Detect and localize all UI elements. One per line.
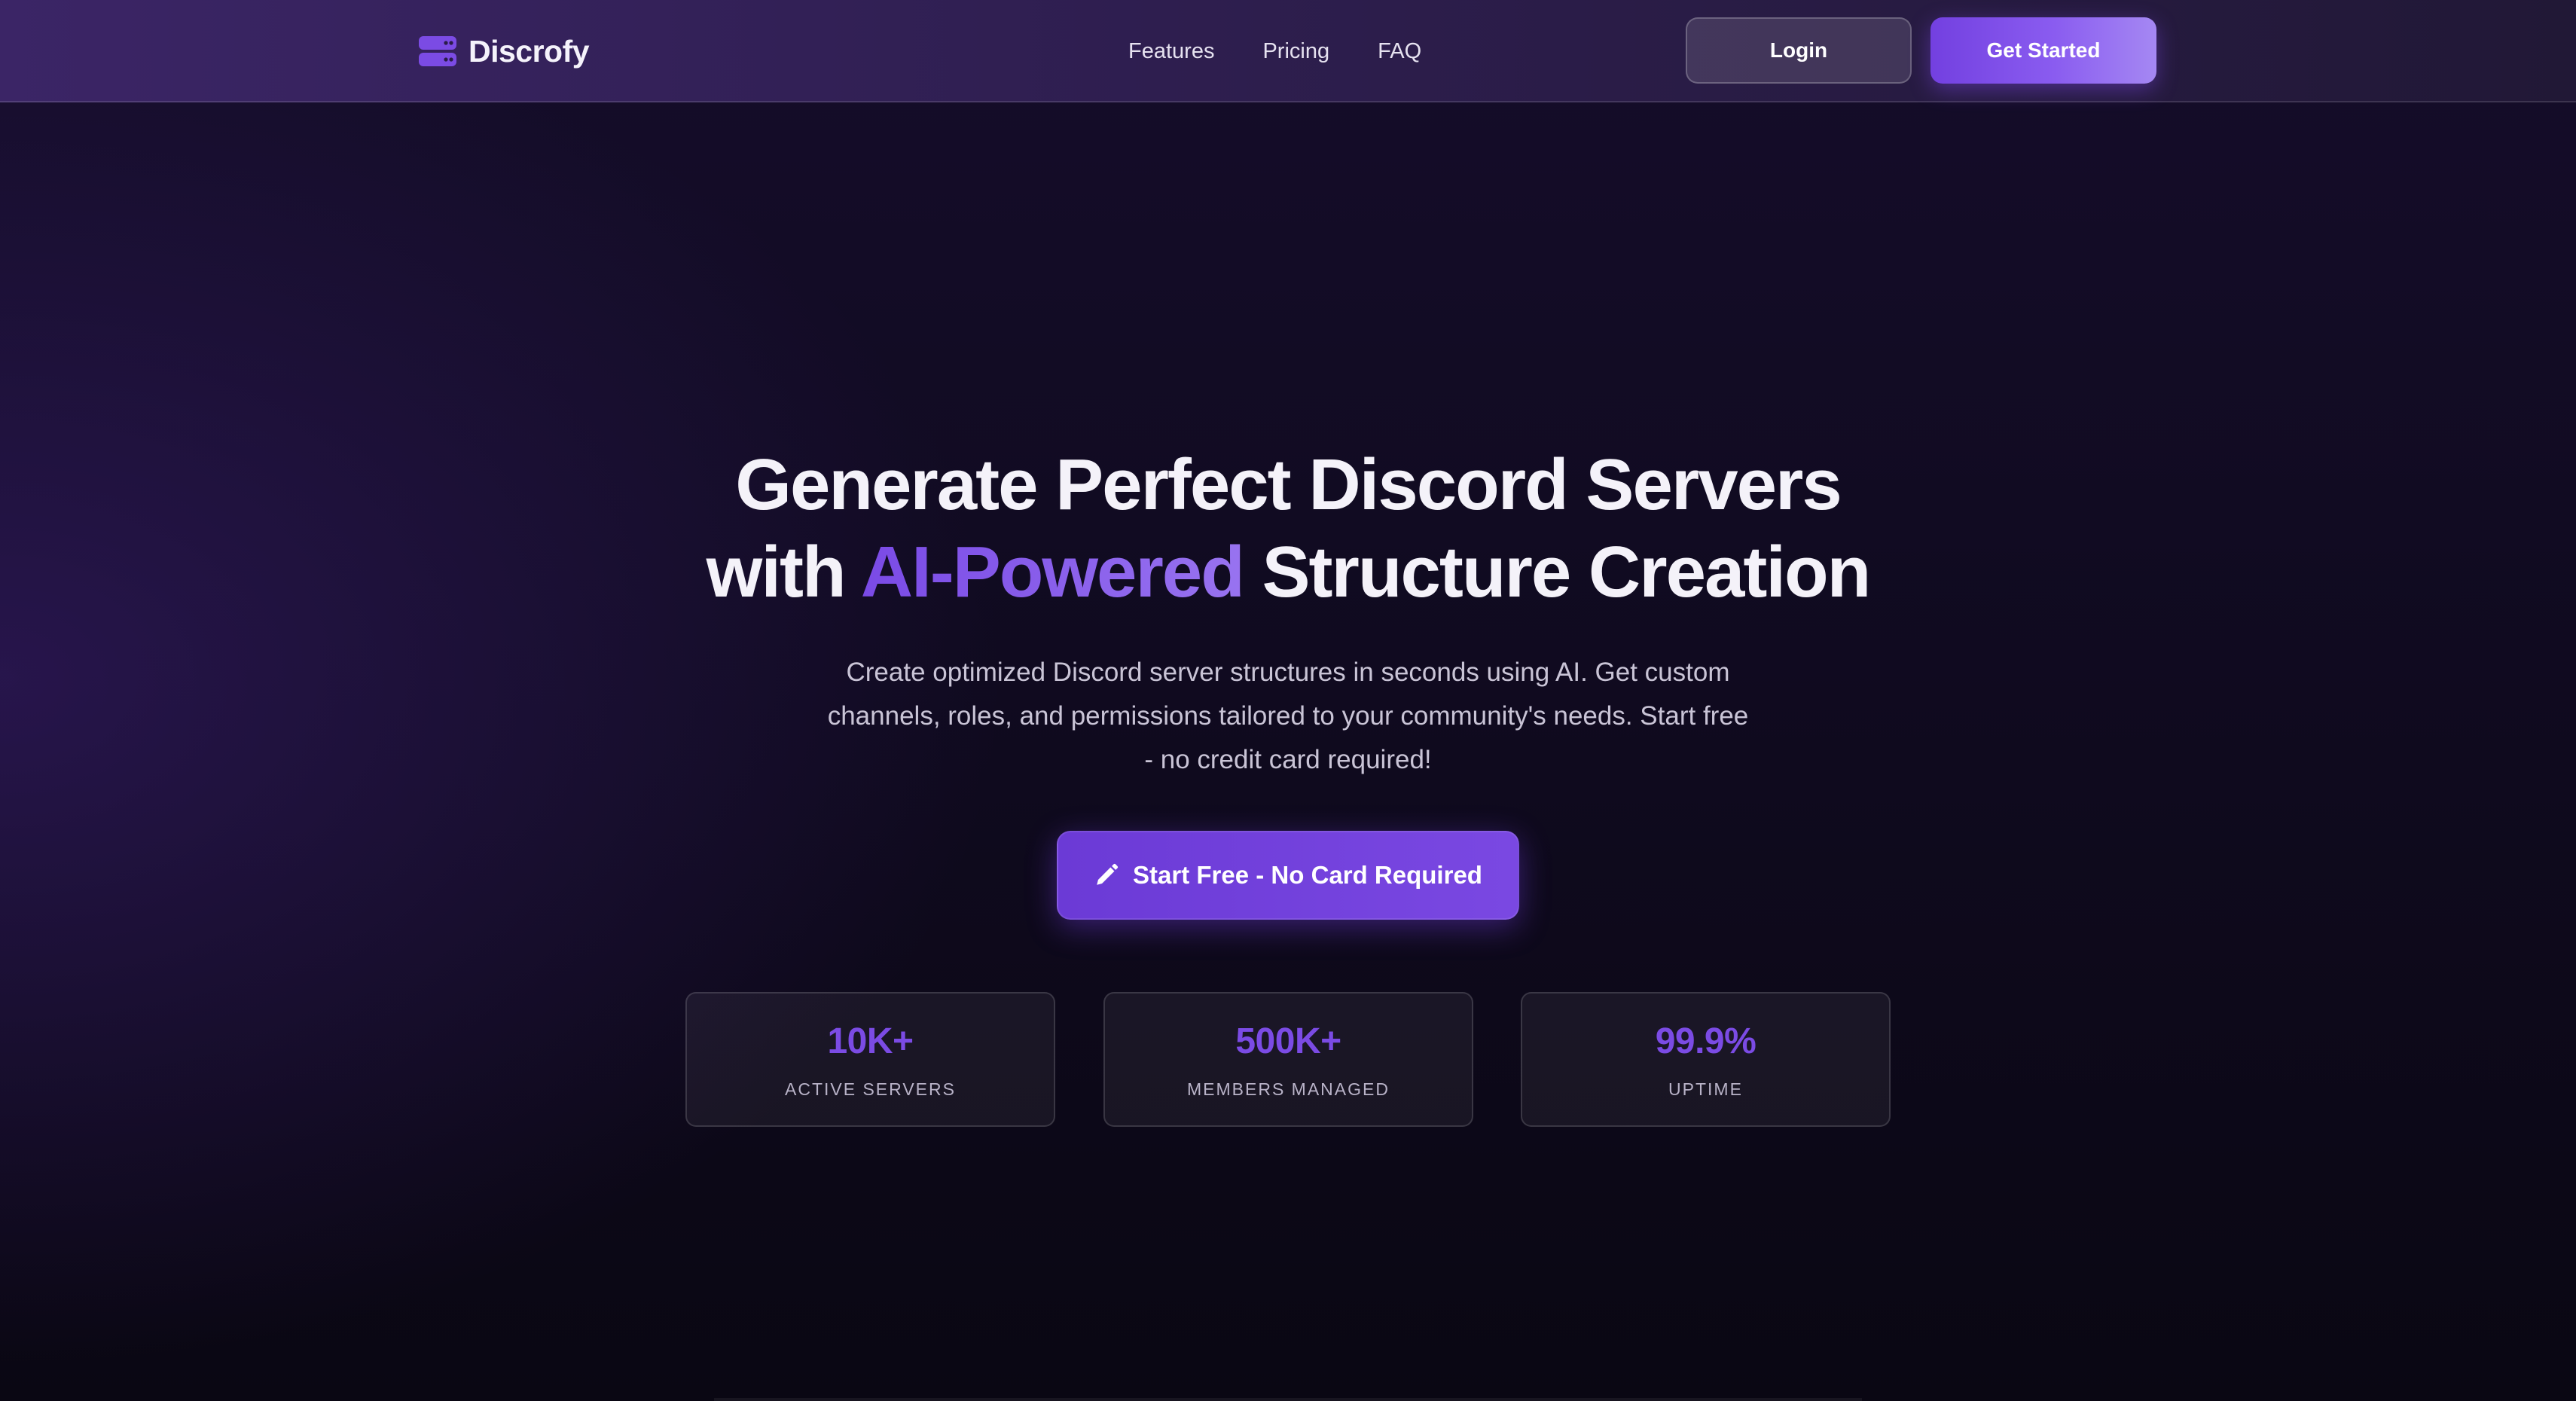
hero-subtitle: Create optimized Discord server structur…	[827, 658, 1749, 774]
stat-value: 500K+	[1235, 1021, 1341, 1061]
stat-label: ACTIVE SERVERS	[785, 1079, 956, 1099]
nav-link-features[interactable]: Features	[1128, 39, 1214, 64]
nav-links: Features Pricing FAQ	[1128, 33, 1421, 69]
start-free-button[interactable]: Start Free - No Card Required	[1057, 831, 1519, 920]
stat-label: MEMBERS MANAGED	[1187, 1079, 1390, 1099]
hero-title-highlight: AI-Powered	[860, 532, 1245, 612]
hero-title-prefix: with	[706, 532, 861, 612]
stat-label: UPTIME	[1668, 1079, 1743, 1099]
get-started-button[interactable]: Get Started	[1930, 17, 2156, 84]
nav-link-pricing[interactable]: Pricing	[1262, 39, 1329, 64]
landing-page: Discrofy Features Pricing FAQ Login Get …	[0, 0, 2576, 1401]
nav-link-faq[interactable]: FAQ	[1378, 39, 1421, 64]
stat-value: 10K+	[827, 1021, 914, 1061]
start-free-label: Start Free - No Card Required	[1133, 861, 1482, 889]
login-button[interactable]: Login	[1686, 17, 1912, 84]
stat-value: 99.9%	[1655, 1021, 1757, 1061]
section-divider	[714, 1398, 1862, 1401]
hero-title-suffix: Structure Creation	[1243, 532, 1872, 612]
stat-card-uptime: 99.9% UPTIME	[1521, 992, 1891, 1127]
brand-name: Discrofy	[469, 33, 590, 69]
brand-logo[interactable]: Discrofy	[419, 30, 590, 72]
pencil-icon	[1097, 863, 1119, 885]
stat-card-active-servers: 10K+ ACTIVE SERVERS	[685, 992, 1055, 1127]
server-stack-icon	[419, 36, 456, 66]
hero-title-line1: Generate Perfect Discord Servers	[735, 444, 1842, 525]
hero-title: Generate Perfect Discord Servers with AI…	[0, 441, 2576, 616]
stat-card-members-managed: 500K+ MEMBERS MANAGED	[1103, 992, 1473, 1127]
navbar: Discrofy Features Pricing FAQ Login Get …	[0, 0, 2576, 102]
